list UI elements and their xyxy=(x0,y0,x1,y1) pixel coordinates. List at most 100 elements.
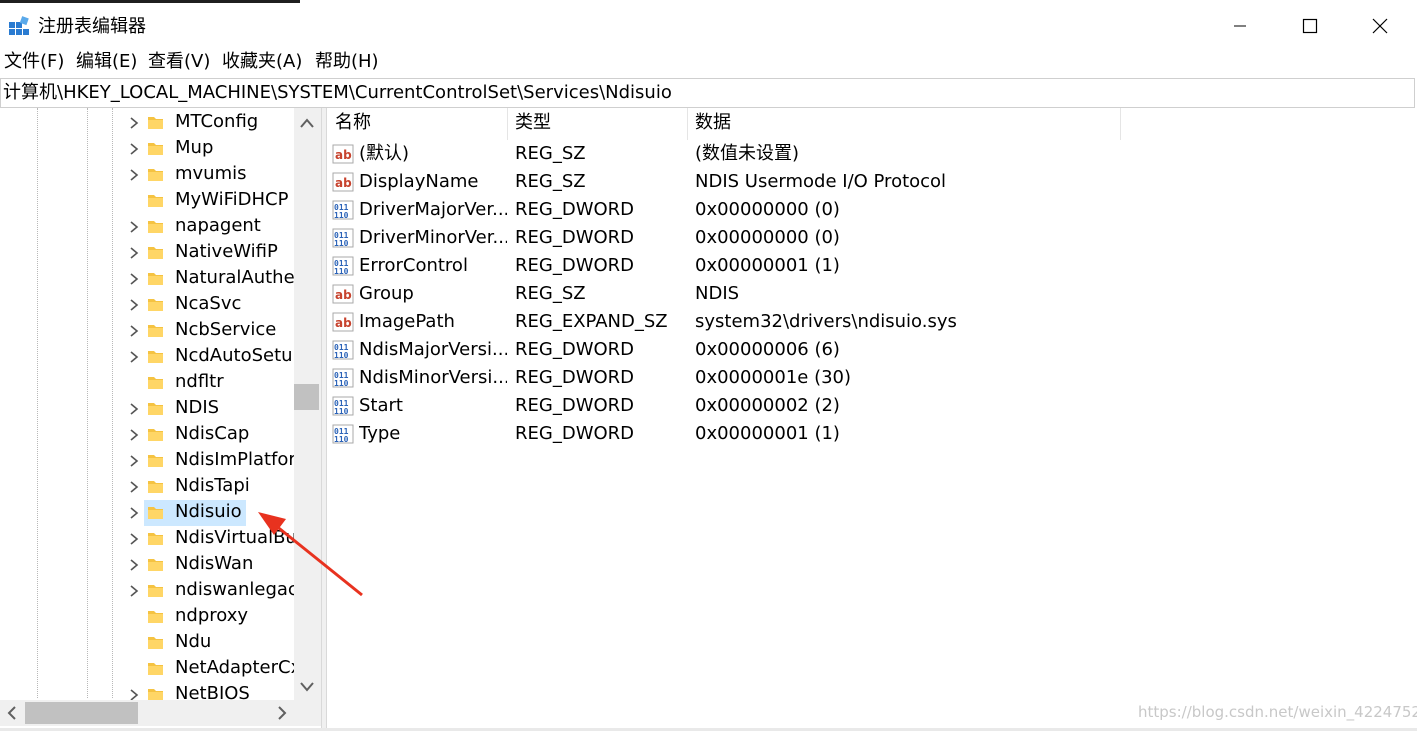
tree-item-label: ndproxy xyxy=(175,605,249,626)
chevron-right-icon[interactable] xyxy=(126,531,142,547)
maximize-button[interactable] xyxy=(1275,3,1345,47)
svg-text:110: 110 xyxy=(334,211,349,220)
tree-item[interactable]: mvumis xyxy=(0,162,294,188)
folder-icon xyxy=(148,559,163,571)
value-row[interactable]: ab DisplayName REG_SZ NDIS Usermode I/O Pro… xyxy=(328,168,1128,196)
chevron-right-icon[interactable] xyxy=(126,479,142,495)
tree-item[interactable]: ndproxy xyxy=(0,604,294,630)
close-button[interactable] xyxy=(1345,3,1415,47)
menu-help[interactable]: 帮助(H) xyxy=(315,51,379,73)
folder-icon xyxy=(148,377,163,389)
tree-item[interactable]: MyWiFiDHCP xyxy=(0,188,294,214)
registry-editor-window: 注册表编辑器 文件(F) 编辑(E) 查看(V) 收藏夹(A) 帮助(H) 计算… xyxy=(0,0,1417,731)
chevron-right-icon[interactable] xyxy=(126,453,142,469)
folder-icon xyxy=(148,143,163,155)
watermark: https://blog.csdn.net/weixin_42247520 xyxy=(1138,703,1417,721)
chevron-right-icon[interactable] xyxy=(126,115,142,131)
value-row[interactable]: ab Group REG_SZ NDIS xyxy=(328,280,1128,308)
chevron-right-icon[interactable] xyxy=(126,271,142,287)
chevron-right-icon[interactable] xyxy=(126,141,142,157)
tree-item[interactable]: MTConfig xyxy=(0,110,294,136)
tree-item[interactable]: NdisImPlatfor xyxy=(0,448,294,474)
value-type: REG_EXPAND_SZ xyxy=(515,311,668,332)
menu-file[interactable]: 文件(F) xyxy=(4,51,64,73)
tree-item[interactable]: NcaSvc xyxy=(0,292,294,318)
regedit-app-icon xyxy=(9,16,29,35)
value-data: 0x00000001 (1) xyxy=(695,423,840,444)
menu-edit[interactable]: 编辑(E) xyxy=(76,51,137,73)
column-divider[interactable] xyxy=(507,108,508,140)
column-header-name[interactable]: 名称 xyxy=(335,112,371,134)
chevron-right-icon[interactable] xyxy=(126,505,142,521)
chevron-right-icon[interactable] xyxy=(126,427,142,443)
value-data: 0x00000000 (0) xyxy=(695,199,840,220)
column-divider[interactable] xyxy=(1120,108,1121,140)
tree-vertical-scroll-thumb[interactable] xyxy=(294,384,319,410)
tree-item[interactable]: NcbService xyxy=(0,318,294,344)
value-row[interactable]: 011 110 DriverMajorVer... REG_DWORD 0x000000… xyxy=(328,196,1128,224)
pane-splitter[interactable] xyxy=(321,108,327,728)
value-row[interactable]: ab (默认) REG_SZ (数值未设置) xyxy=(328,140,1128,168)
tree-item[interactable]: NaturalAuthe xyxy=(0,266,294,292)
folder-icon xyxy=(148,611,163,623)
chevron-right-icon[interactable] xyxy=(126,245,142,261)
value-type: REG_SZ xyxy=(515,283,586,304)
address-bar[interactable]: 计算机\HKEY_LOCAL_MACHINE\SYSTEM\CurrentCon… xyxy=(0,78,1415,108)
chevron-right-icon[interactable] xyxy=(126,401,142,417)
chevron-right-icon[interactable] xyxy=(126,297,142,313)
menu-view[interactable]: 查看(V) xyxy=(148,51,210,73)
value-row[interactable]: 011 110 NdisMajorVersi... REG_DWORD 0x000000… xyxy=(328,336,1128,364)
tree-item[interactable]: Mup xyxy=(0,136,294,162)
chevron-right-icon[interactable] xyxy=(126,583,142,599)
scrollbar-corner xyxy=(294,700,321,726)
chevron-right-icon[interactable] xyxy=(126,167,142,183)
address-path[interactable]: 计算机\HKEY_LOCAL_MACHINE\SYSTEM\CurrentCon… xyxy=(3,82,672,104)
tree-item[interactable]: NdisCap xyxy=(0,422,294,448)
tree-item[interactable]: NcdAutoSetup xyxy=(0,344,294,370)
value-name: Type xyxy=(359,423,401,444)
chevron-right-icon[interactable] xyxy=(126,323,142,339)
value-data: 0x00000001 (1) xyxy=(695,255,840,276)
scroll-left-icon[interactable] xyxy=(0,700,24,726)
value-row[interactable]: ab ImagePath REG_EXPAND_SZ system32\drivers… xyxy=(328,308,1128,336)
svg-text:110: 110 xyxy=(334,267,349,276)
folder-icon xyxy=(148,663,163,675)
close-icon xyxy=(1372,18,1388,34)
column-divider[interactable] xyxy=(687,108,688,140)
value-row[interactable]: 011 110 Start REG_DWORD 0x00000002 (2) xyxy=(328,392,1128,420)
value-row[interactable]: 011 110 ErrorControl REG_DWORD 0x00000001 (1… xyxy=(328,252,1128,280)
chevron-right-icon[interactable] xyxy=(126,349,142,365)
tree-item-label: Mup xyxy=(175,137,214,158)
chevron-right-icon[interactable] xyxy=(126,219,142,235)
minimize-button[interactable] xyxy=(1205,3,1275,47)
value-row[interactable]: 011 110 DriverMinorVer... REG_DWORD 0x000000… xyxy=(328,224,1128,252)
tree-item-label: NativeWifiP xyxy=(175,241,278,262)
tree-item-label: NaturalAuthe xyxy=(175,267,294,288)
tree-item-label: ndfltr xyxy=(175,371,224,392)
tree-item[interactable]: napagent xyxy=(0,214,294,240)
tree-item[interactable]: Ndu xyxy=(0,630,294,656)
scroll-right-icon[interactable] xyxy=(270,700,294,726)
tree-horizontal-scroll-thumb[interactable] xyxy=(25,702,138,724)
folder-icon xyxy=(148,247,163,259)
folder-icon xyxy=(148,273,163,285)
value-row[interactable]: 011 110 Type REG_DWORD 0x00000001 (1) xyxy=(328,420,1128,448)
folder-icon xyxy=(148,507,163,519)
scroll-up-icon[interactable] xyxy=(294,108,321,138)
chevron-right-icon[interactable] xyxy=(126,557,142,573)
tree-item-label: MTConfig xyxy=(175,111,259,132)
column-header-data[interactable]: 数据 xyxy=(695,112,731,134)
string-value-icon: ab xyxy=(332,284,354,304)
value-row[interactable]: 011 110 NdisMinorVersi... REG_DWORD 0x000000… xyxy=(328,364,1128,392)
tree-item[interactable]: NetAdapterCx xyxy=(0,656,294,682)
value-data: NDIS xyxy=(695,283,740,304)
title-bar[interactable]: 注册表编辑器 xyxy=(0,3,1417,47)
tree-item-label: NetAdapterCx xyxy=(175,657,294,678)
menu-favorites[interactable]: 收藏夹(A) xyxy=(222,51,302,73)
column-header-type[interactable]: 类型 xyxy=(515,112,551,134)
tree-item[interactable]: NDIS xyxy=(0,396,294,422)
value-data: 0x00000002 (2) xyxy=(695,395,840,416)
tree-item[interactable]: ndfltr xyxy=(0,370,294,396)
tree-item[interactable]: NdisTapi xyxy=(0,474,294,500)
tree-item[interactable]: NativeWifiP xyxy=(0,240,294,266)
